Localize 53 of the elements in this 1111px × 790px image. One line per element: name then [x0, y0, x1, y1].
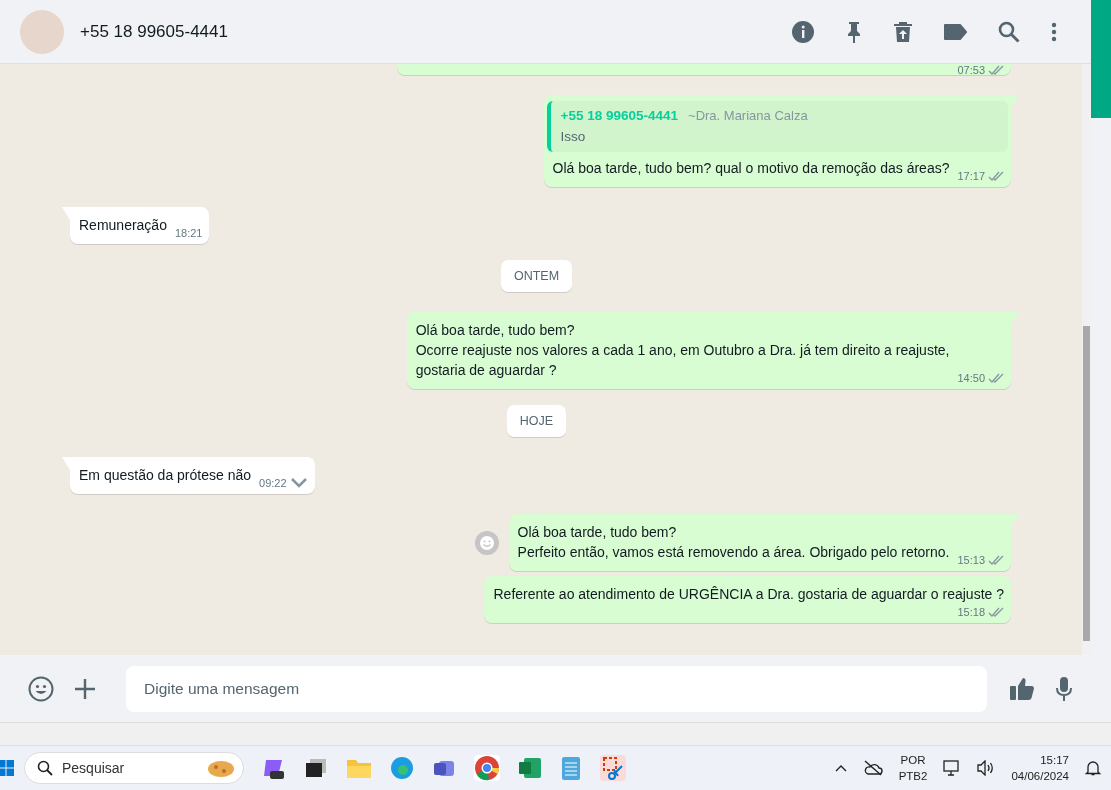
quoted-author: +55 18 99605-4441: [560, 108, 679, 123]
keyboard-layout[interactable]: PTB2: [898, 768, 928, 784]
clock-date[interactable]: 04/06/2024: [1011, 768, 1069, 784]
edge-app-icon[interactable]: [390, 756, 414, 780]
language-code[interactable]: POR: [900, 752, 926, 768]
quoted-message[interactable]: +55 18 99605-4441 ~Dra. Mariana Calza Isso: [546, 101, 1008, 152]
message-time: 17:17: [957, 170, 985, 182]
message-text: Ocorre reajuste nos valores a cada 1 ano, em Outubro a Dra. já tem direito a reajuste,: [415, 341, 950, 360]
thumbs-up-icon[interactable]: [1009, 675, 1035, 702]
clock-time[interactable]: 15:17: [1040, 752, 1069, 768]
bell-icon[interactable]: [1085, 760, 1101, 776]
chevron-down-icon[interactable]: [289, 477, 308, 489]
message-text: Perfeito então, vamos está removendo a área. Obrigado pelo retorno.: [517, 543, 950, 562]
search-placeholder: Pesquisar: [62, 760, 126, 776]
search-icon[interactable]: [997, 19, 1021, 44]
chrome-app-icon[interactable]: [474, 755, 500, 781]
message-text: Olá boa tarde, tudo bem? qual o motivo da remoção das áreas?: [552, 159, 950, 178]
excel-app-icon[interactable]: [518, 756, 542, 780]
network-icon[interactable]: [943, 760, 962, 776]
snipping-tool-icon[interactable]: [600, 755, 626, 781]
message-time: 07:53: [957, 64, 985, 76]
plus-icon[interactable]: [74, 677, 96, 700]
quoted-text: Isso: [560, 129, 587, 144]
message-text: Referente ao atendimento de URGÊNCIA a Dra. gostaria de aguardar o reajuste ?: [493, 585, 1004, 604]
taskbar-search[interactable]: Pesquisar: [24, 752, 244, 784]
cookie-icon: [207, 758, 235, 778]
message-text: Olá boa tarde, tudo bem?: [517, 523, 678, 542]
scrollbar-thumb[interactable]: [1083, 326, 1090, 641]
message-input[interactable]: Digite uma mensagem: [126, 665, 987, 712]
message-time: 15:13: [957, 554, 985, 566]
speaker-icon[interactable]: [977, 760, 996, 776]
trash-icon[interactable]: [893, 19, 913, 44]
cloud-off-icon[interactable]: [862, 760, 883, 776]
message-time: 09:22: [259, 477, 287, 489]
menu-icon[interactable]: [1051, 21, 1057, 42]
chevron-up-icon[interactable]: [834, 764, 847, 772]
message-time: 14:50: [957, 372, 985, 384]
message-time: 15:18: [957, 606, 985, 618]
pin-icon[interactable]: [845, 19, 863, 44]
message-text: Remuneração: [79, 216, 167, 235]
search-icon: [37, 760, 53, 776]
quoted-author-name: ~Dra. Mariana Calza: [688, 108, 808, 123]
message-text: gostaria de aguardar ?: [415, 361, 558, 380]
message-text: Olá boa tarde, tudo bem?: [415, 321, 576, 340]
microphone-icon[interactable]: [1055, 675, 1073, 702]
task-view-icon[interactable]: [304, 756, 328, 780]
message-time: 18:21: [174, 227, 203, 239]
message-text: Em questão da prótese não: [79, 466, 251, 485]
scrollbar[interactable]: [1082, 64, 1091, 655]
info-icon[interactable]: [791, 19, 815, 44]
emoji-icon[interactable]: [28, 675, 54, 702]
contact-name[interactable]: +55 18 99605-4441: [80, 21, 775, 42]
tag-icon[interactable]: [943, 22, 967, 41]
